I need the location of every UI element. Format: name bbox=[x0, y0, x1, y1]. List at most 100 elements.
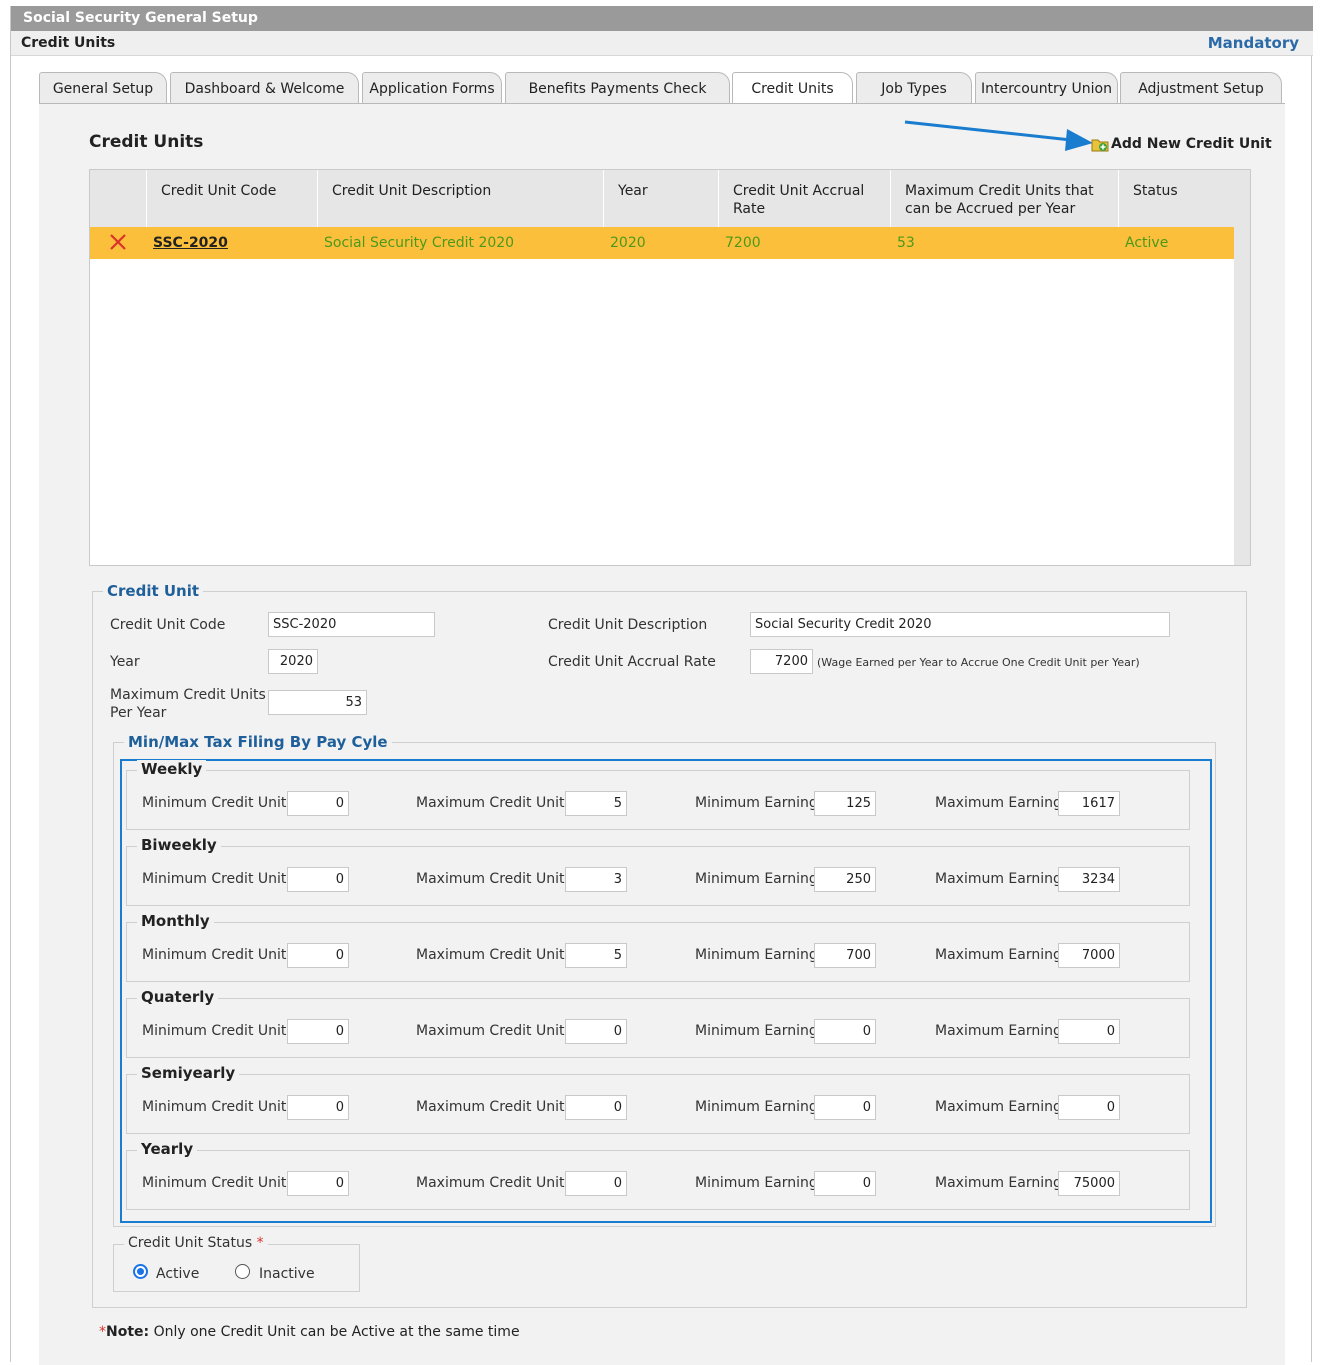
min-units-label: Minimum Credit Units bbox=[142, 947, 294, 963]
cycle-name: Quaterly bbox=[137, 988, 219, 1006]
pay-cycle-biweekly: Biweekly Minimum Credit Units Maximum Cr… bbox=[126, 836, 1190, 906]
tab-credit-units[interactable]: Credit Units bbox=[732, 72, 853, 106]
pay-cycle-quaterly: Quaterly Minimum Credit Units Maximum Cr… bbox=[126, 988, 1190, 1058]
min-units-input[interactable] bbox=[287, 943, 349, 968]
max-earning-input[interactable] bbox=[1058, 867, 1120, 892]
pay-cycle-yearly: Yearly Minimum Credit Units Maximum Cred… bbox=[126, 1140, 1190, 1210]
min-earning-input[interactable] bbox=[814, 1171, 876, 1196]
min-earning-input[interactable] bbox=[814, 867, 876, 892]
credit-unit-code-link[interactable]: SSC-2020 bbox=[153, 235, 228, 251]
min-units-input[interactable] bbox=[287, 1171, 349, 1196]
max-earning-input[interactable] bbox=[1058, 943, 1120, 968]
max-units-input[interactable] bbox=[565, 867, 627, 892]
section-title: Credit Units bbox=[21, 35, 116, 51]
max-units-input[interactable] bbox=[565, 1019, 627, 1044]
max-units-input[interactable] bbox=[565, 1095, 627, 1120]
min-earning-label: Minimum Earning bbox=[695, 1099, 818, 1115]
year-input[interactable] bbox=[268, 649, 318, 674]
header-credit-unit-code[interactable]: Credit Unit Code bbox=[147, 170, 318, 227]
min-units-input[interactable] bbox=[287, 1095, 349, 1120]
min-units-input[interactable] bbox=[287, 867, 349, 892]
credit-units-heading: Credit Units bbox=[89, 132, 204, 152]
note-prefix: Note: bbox=[106, 1324, 150, 1340]
min-earning-input[interactable] bbox=[814, 1095, 876, 1120]
accrual-rate-hint: (Wage Earned per Year to Accrue One Cred… bbox=[817, 656, 1140, 669]
status-inactive-label[interactable]: Inactive bbox=[259, 1265, 315, 1283]
add-new-credit-unit-label: Add New Credit Unit bbox=[1111, 136, 1272, 152]
table-row[interactable]: SSC-2020 Social Security Credit 2020 202… bbox=[90, 227, 1234, 259]
status-active-label[interactable]: Active bbox=[156, 1265, 199, 1283]
cycle-name: Yearly bbox=[137, 1140, 198, 1158]
min-earning-input[interactable] bbox=[814, 943, 876, 968]
mandatory-link[interactable]: Mandatory bbox=[1208, 31, 1299, 56]
accrual-rate-label: Credit Unit Accrual Rate bbox=[548, 654, 716, 670]
tab-benefits-payments-check-printers[interactable]: Benefits Payments Check Printers bbox=[505, 72, 730, 129]
credit-units-table: Credit Unit Code Credit Unit Description… bbox=[89, 169, 1251, 566]
credit-unit-description-input[interactable] bbox=[750, 612, 1170, 637]
tax-filing-legend: Min/Max Tax Filing By Pay Cyle bbox=[124, 733, 392, 751]
max-earning-input[interactable] bbox=[1058, 1019, 1120, 1044]
min-units-input[interactable] bbox=[287, 791, 349, 816]
min-units-label: Minimum Credit Units bbox=[142, 1099, 294, 1115]
tab-application-forms[interactable]: Application Forms bbox=[362, 72, 502, 104]
max-units-input[interactable] bbox=[565, 943, 627, 968]
max-earning-label: Maximum Earning bbox=[935, 1023, 1062, 1039]
cycle-name: Monthly bbox=[137, 912, 214, 930]
tab-content: Credit Units Add New Credit Unit Credit … bbox=[39, 103, 1285, 1365]
cycle-name: Biweekly bbox=[137, 836, 221, 854]
app-title-bar: Social Security General Setup bbox=[11, 6, 1313, 31]
add-new-credit-unit-link[interactable]: Add New Credit Unit bbox=[1091, 136, 1272, 152]
min-units-label: Minimum Credit Units bbox=[142, 795, 294, 811]
status-inactive-radio[interactable] bbox=[235, 1264, 250, 1279]
max-earning-input[interactable] bbox=[1058, 1171, 1120, 1196]
footer-note: *Note: Only one Credit Unit can be Activ… bbox=[99, 1324, 520, 1340]
max-earning-label: Maximum Earning bbox=[935, 947, 1062, 963]
tab-job-types[interactable]: Job Types bbox=[856, 72, 972, 104]
status-fieldset: Credit Unit Status * Active Inactive bbox=[113, 1235, 360, 1292]
note-mark: * bbox=[99, 1324, 106, 1340]
min-earning-label: Minimum Earning bbox=[695, 871, 818, 887]
tab-dashboard-welcome-text[interactable]: Dashboard & Welcome Text bbox=[170, 72, 359, 129]
cycle-name: Semiyearly bbox=[137, 1064, 240, 1082]
credit-unit-code-input[interactable] bbox=[268, 612, 435, 637]
table-scrollbar[interactable] bbox=[1234, 170, 1250, 565]
pointer-arrow-icon bbox=[904, 120, 1093, 151]
header-credit-unit-accrual-rate[interactable]: Credit Unit Accrual Rate bbox=[719, 170, 891, 227]
max-earning-input[interactable] bbox=[1058, 1095, 1120, 1120]
max-units-input[interactable] bbox=[565, 791, 627, 816]
accrual-rate-input[interactable] bbox=[750, 649, 813, 674]
cycle-name: Weekly bbox=[137, 760, 207, 778]
max-units-label: Maximum Credit Units bbox=[416, 1175, 572, 1191]
header-credit-unit-description[interactable]: Credit Unit Description bbox=[318, 170, 604, 227]
tab-adjustment-setup[interactable]: Adjustment Setup bbox=[1120, 72, 1282, 104]
status-active-radio[interactable] bbox=[133, 1264, 148, 1279]
min-earning-input[interactable] bbox=[814, 791, 876, 816]
cell-year: 2020 bbox=[610, 235, 646, 251]
min-units-label: Minimum Credit Units bbox=[142, 1175, 294, 1191]
min-earning-label: Minimum Earning bbox=[695, 1175, 818, 1191]
add-folder-icon bbox=[1091, 136, 1109, 152]
page-container: Social Security General Setup Credit Uni… bbox=[10, 6, 1313, 1365]
tab-general-setup[interactable]: General Setup bbox=[39, 72, 167, 104]
tab-intercountry-union[interactable]: Intercountry Union bbox=[975, 72, 1118, 104]
max-units-input[interactable] bbox=[565, 1171, 627, 1196]
header-status[interactable]: Status bbox=[1119, 170, 1234, 227]
min-earning-input[interactable] bbox=[814, 1019, 876, 1044]
required-mark: * bbox=[256, 1235, 264, 1251]
min-earning-label: Minimum Earning bbox=[695, 795, 818, 811]
max-earning-input[interactable] bbox=[1058, 791, 1120, 816]
cell-max-units: 53 bbox=[897, 235, 915, 251]
header-year[interactable]: Year bbox=[604, 170, 719, 227]
delete-icon[interactable] bbox=[108, 232, 128, 252]
cell-code: SSC-2020 bbox=[147, 227, 228, 259]
header-maximum-credit-units[interactable]: Maximum Credit Units that can be Accrued… bbox=[891, 170, 1119, 227]
pay-cycle-monthly: Monthly Minimum Credit Units Maximum Cre… bbox=[126, 912, 1190, 982]
min-units-input[interactable] bbox=[287, 1019, 349, 1044]
max-units-label-line1: Maximum Credit Units bbox=[110, 687, 266, 703]
min-units-label: Minimum Credit Units bbox=[142, 1023, 294, 1039]
max-units-label-line2: Per Year bbox=[110, 705, 167, 721]
max-units-input[interactable] bbox=[268, 690, 367, 715]
status-legend: Credit Unit Status * bbox=[124, 1235, 268, 1251]
max-earning-label: Maximum Earning bbox=[935, 871, 1062, 887]
max-earning-label: Maximum Earning bbox=[935, 1099, 1062, 1115]
